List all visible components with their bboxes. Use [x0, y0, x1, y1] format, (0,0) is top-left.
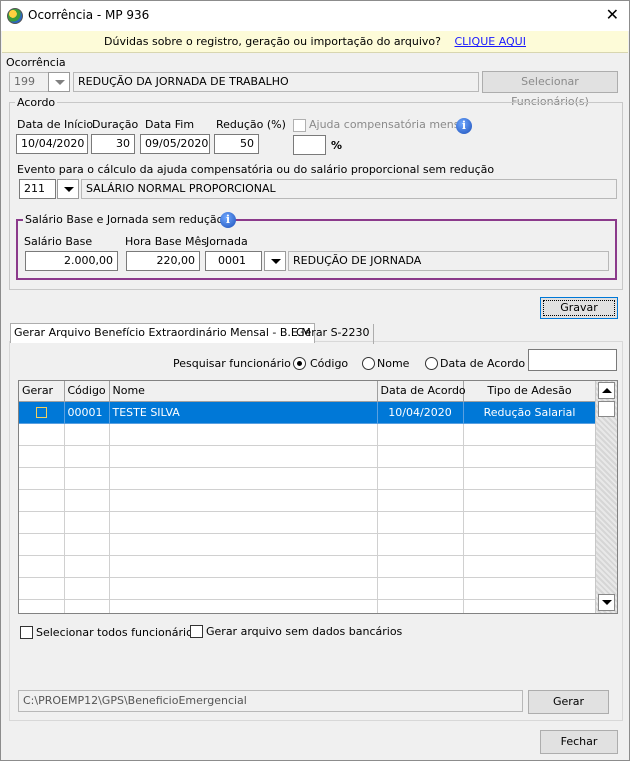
jornada-description: REDUÇÃO DE JORNADA	[288, 251, 609, 271]
evento-label: Evento para o cálculo da ajuda compensat…	[17, 163, 495, 176]
close-icon[interactable]: ✕	[606, 5, 619, 24]
row-nome: TESTE SILVA	[109, 401, 378, 424]
column-header-data-acordo[interactable]: Data de Acordo	[377, 381, 466, 402]
row-gerar-checkbox[interactable]	[35, 407, 47, 418]
salario-group-title: Salário Base e Jornada sem redução	[23, 213, 226, 226]
evento-dropdown-button[interactable]	[57, 179, 79, 199]
salario-info-icon[interactable]: i	[220, 212, 236, 228]
table-row-empty	[19, 555, 597, 578]
column-header-codigo[interactable]: Código	[64, 381, 110, 402]
ocorrencia-window: Ocorrência - MP 936 ✕ Dúvidas sobre o re…	[0, 0, 630, 761]
row-data-acordo: 10/04/2020	[377, 401, 464, 424]
help-bar: Dúvidas sobre o registro, geração ou imp…	[2, 31, 628, 53]
table-row-empty	[19, 533, 597, 556]
column-header-gerar[interactable]: Gerar	[19, 381, 65, 402]
ocorrencia-label: Ocorrência	[6, 56, 66, 69]
fechar-button[interactable]: Fechar	[540, 730, 618, 754]
table-row-empty	[19, 467, 597, 490]
table-row-empty	[19, 489, 597, 512]
ajuda-checkbox[interactable]	[293, 119, 306, 132]
evento-description: SALÁRIO NORMAL PROPORCIONAL	[81, 179, 617, 199]
gravar-button[interactable]: Gravar	[540, 297, 618, 319]
jornada-label: Jornada	[206, 235, 248, 248]
no-bank-data-label: Gerar arquivo sem dados bancários	[206, 625, 403, 638]
table-row-empty	[19, 423, 597, 446]
hora-base-label: Hora Base Mês	[125, 235, 208, 248]
acordo-group-title: Acordo	[15, 96, 58, 109]
search-input[interactable]	[528, 349, 617, 371]
data-inicio-field[interactable]: 10/04/2020	[16, 134, 88, 154]
ocorrencia-description: REDUÇÃO DA JORNADA DE TRABALHO	[73, 72, 479, 92]
scroll-down-icon[interactable]	[598, 594, 615, 611]
ocorrencia-code-field[interactable]: 199	[9, 72, 49, 92]
ajuda-label: Ajuda compensatória mensal	[309, 118, 470, 131]
salario-base-label: Salário Base	[24, 235, 93, 248]
jornada-dropdown-button[interactable]	[264, 251, 286, 271]
table-header-row: Gerar Código Nome Data de Acordo Tipo de…	[19, 381, 597, 402]
data-fim-field[interactable]: 09/05/2020	[140, 134, 210, 154]
ajuda-info-icon[interactable]: i	[456, 118, 472, 134]
help-text: Dúvidas sobre o registro, geração ou imp…	[104, 35, 441, 48]
row-codigo: 00001	[64, 401, 110, 424]
table-row-empty	[19, 599, 597, 613]
row-tipo-adesao: Redução Salarial	[463, 401, 597, 424]
duracao-field[interactable]: 30	[91, 134, 135, 154]
search-option-nome: Nome	[377, 357, 410, 370]
table-row-empty	[19, 511, 597, 534]
select-all-checkbox[interactable]	[20, 626, 33, 639]
row-gerar-checkbox-cell[interactable]	[19, 401, 65, 424]
output-path-field: C:\PROEMP12\GPS\BeneficioEmergencial	[18, 690, 523, 712]
window-title: Ocorrência - MP 936	[28, 8, 150, 22]
employees-table: Gerar Código Nome Data de Acordo Tipo de…	[19, 381, 597, 613]
search-label: Pesquisar funcionário	[173, 357, 291, 370]
title-bar: Ocorrência - MP 936 ✕	[1, 1, 629, 31]
hora-base-field[interactable]: 220,00	[126, 251, 200, 271]
help-link[interactable]: CLIQUE AQUI	[454, 35, 526, 48]
column-header-nome[interactable]: Nome	[109, 381, 378, 402]
evento-code-field[interactable]: 211	[19, 179, 56, 199]
tab-bem[interactable]: Gerar Arquivo Benefício Extraordinário M…	[10, 323, 315, 343]
tab-s2230[interactable]: Gerar S-2230	[294, 324, 374, 344]
search-option-data-acordo: Data de Acordo	[440, 357, 526, 370]
employees-grid: Gerar Código Nome Data de Acordo Tipo de…	[18, 380, 618, 614]
ajuda-percent-unit: %	[331, 139, 343, 152]
search-radio-codigo[interactable]	[293, 357, 306, 370]
no-bank-data-checkbox[interactable]	[190, 625, 203, 638]
data-inicio-label: Data de Início	[17, 118, 94, 131]
app-globe-icon	[7, 8, 23, 24]
select-all-label: Selecionar todos funcionários	[36, 626, 199, 639]
search-option-codigo: Código	[310, 357, 349, 370]
table-row-empty	[19, 445, 597, 468]
ocorrencia-dropdown-button[interactable]	[48, 72, 70, 92]
select-employees-button[interactable]: Selecionar Funcionário(s)	[482, 71, 618, 108]
data-fim-label: Data Fim	[145, 118, 195, 131]
reducao-field[interactable]: 50	[214, 134, 259, 154]
duracao-label: Duração	[92, 118, 139, 131]
table-row[interactable]: 00001 TESTE SILVA 10/04/2020 Redução Sal…	[19, 401, 597, 424]
salario-base-field[interactable]: 2.000,00	[25, 251, 118, 271]
search-radio-nome[interactable]	[362, 357, 375, 370]
generate-file-button[interactable]: Gerar	[528, 690, 609, 714]
column-header-tipo-adesao[interactable]: Tipo de Adesão	[463, 381, 597, 402]
scroll-up-icon[interactable]	[598, 382, 615, 399]
search-radio-data-acordo[interactable]	[425, 357, 438, 370]
table-row-empty	[19, 577, 597, 600]
ajuda-percent-field[interactable]	[293, 135, 326, 155]
reducao-label: Redução (%)	[216, 118, 286, 131]
jornada-code-field[interactable]: 0001	[205, 251, 262, 271]
scroll-thumb[interactable]	[598, 401, 615, 417]
grid-vertical-scrollbar[interactable]	[595, 381, 617, 613]
